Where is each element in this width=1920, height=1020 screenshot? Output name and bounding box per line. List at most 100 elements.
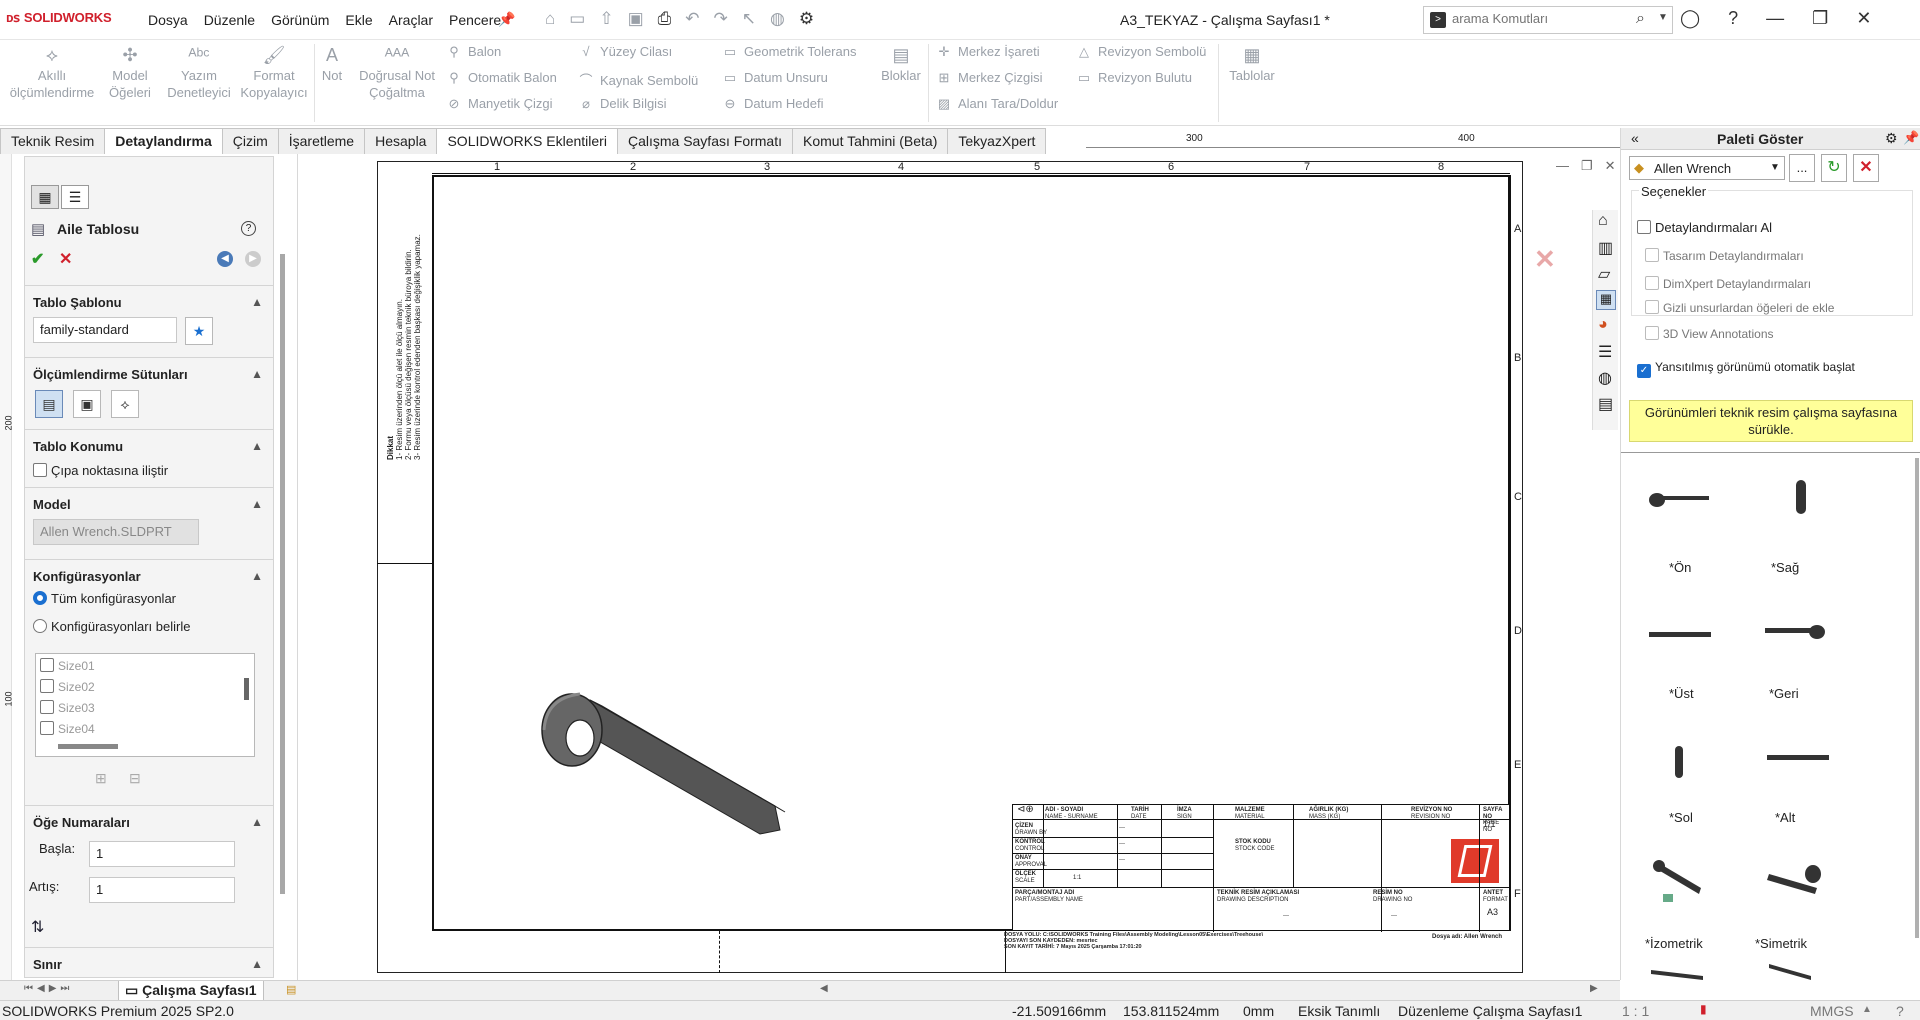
view-palette-icon[interactable]: ▦ [1596, 290, 1616, 310]
minimize-icon[interactable]: — [1766, 8, 1784, 29]
comments-icon[interactable]: ▤ [1598, 394, 1613, 414]
dimension-columns-button-3[interactable]: ⟡ [111, 390, 139, 418]
back-icon[interactable]: ◀ [217, 251, 233, 267]
view-label-top[interactable]: *Üst [1669, 686, 1694, 701]
redo-icon[interactable]: ↷ [714, 9, 728, 29]
sheet-tab[interactable]: ▭ Çalışma Sayfası1 [118, 981, 264, 1001]
datum-target-button[interactable]: ⊖ Datum Hedefi [722, 96, 824, 112]
increment-field[interactable]: 1 [89, 877, 235, 903]
view-label-back[interactable]: *Geri [1769, 686, 1799, 701]
model-select[interactable]: ◆ Allen Wrench ▼ [1629, 156, 1785, 180]
status-units[interactable]: MMGS [1810, 1003, 1854, 1019]
tab-tekyazxpert[interactable]: TekyazXpert [947, 128, 1047, 154]
sort-order-icon[interactable]: ⇅ [31, 917, 44, 937]
linear-note-pattern-button[interactable]: ᴬᴬᴬ Doğrusal Not Çoğaltma [350, 46, 444, 101]
new-document-icon[interactable]: ▭ [569, 9, 585, 29]
checkbox[interactable] [1645, 300, 1659, 314]
search-input[interactable] [1452, 11, 1612, 26]
pin-icon[interactable]: 📌 [1903, 130, 1919, 146]
scroll-left-icon[interactable]: ◀ [820, 983, 828, 994]
smart-dimension-button[interactable]: ⟡ Akıllı ölçümlendirme [4, 46, 100, 101]
status-scale[interactable]: 1 : 1 [1622, 1003, 1649, 1019]
pin-icon[interactable]: 📌 [498, 11, 515, 28]
view-label-isometric[interactable]: *İzometrik [1645, 936, 1703, 951]
view-thumb-on[interactable] [1647, 488, 1713, 514]
next-sheet-icon[interactable]: ▶ [49, 983, 57, 994]
checkbox[interactable] [40, 679, 54, 693]
radio-all-configs[interactable]: Tüm konfigürasyonlar [33, 591, 176, 606]
checkbox[interactable] [1645, 276, 1659, 290]
last-sheet-icon[interactable]: ⏭ [60, 983, 69, 994]
home-icon[interactable]: ⌂ [545, 9, 555, 29]
tab-calisma-sayfasi-formati[interactable]: Çalışma Sayfası Formatı [616, 128, 793, 154]
restore-icon[interactable]: ❐ [1812, 8, 1828, 29]
solidworks-forum-icon[interactable]: ◍ [1598, 368, 1612, 388]
cancel-button[interactable]: ✕ [59, 249, 72, 269]
tab-detaylandirma[interactable]: Detaylandırma [104, 128, 223, 154]
weld-symbol-button[interactable]: ⌒ Kaynak Sembolü [578, 70, 698, 89]
isometric-drawing-view[interactable] [530, 680, 790, 840]
view-thumb-partial[interactable] [1647, 966, 1713, 980]
view-thumb-left[interactable] [1667, 742, 1691, 782]
revision-cloud-button[interactable]: ▭ Revizyon Bulutu [1076, 70, 1192, 86]
tab-teknik-resim[interactable]: Teknik Resim [0, 128, 106, 154]
checkbox[interactable]: ✓ [1637, 364, 1651, 378]
ok-button[interactable]: ✔ [31, 249, 44, 269]
radio-specify-configs[interactable]: Konfigürasyonları belirle [33, 619, 190, 634]
tab-komut-tahmini[interactable]: Komut Tahmini (Beta) [792, 128, 949, 154]
checkbox[interactable] [40, 721, 54, 735]
3d-view-annotations-option[interactable]: 3D View Annotations [1645, 326, 1774, 341]
section-konfigurasyonlar[interactable]: Konfigürasyonlar [33, 569, 141, 584]
design-library-icon[interactable]: ▥ [1598, 238, 1613, 258]
import-annotations-option[interactable]: Detaylandırmaları Al [1637, 220, 1772, 235]
dimension-columns-button-2[interactable]: ▣ [73, 390, 101, 418]
collapse-icon[interactable]: ▲ [251, 957, 263, 971]
title-block[interactable]: ⊲⊕ ADI - SOYADI NAME - SURNAME TARİH DATE … [1012, 804, 1510, 932]
geometric-tolerance-button[interactable]: ▭ Geometrik Tolerans [722, 44, 857, 60]
tab-cizim[interactable]: Çizim [221, 128, 279, 154]
pm-scrollbar[interactable] [280, 254, 285, 894]
collapse-icon[interactable]: ▲ [251, 439, 263, 453]
options-icon[interactable]: ⚙ [799, 9, 814, 29]
restore-icon[interactable]: ❐ [1581, 158, 1593, 174]
favorite-template-button[interactable]: ★ [185, 317, 213, 345]
command-search[interactable]: > ⌕ ▼ [1423, 6, 1673, 34]
file-explorer-icon[interactable]: ▱ [1598, 264, 1610, 284]
view-thumb-bottom[interactable] [1765, 752, 1831, 764]
appearances-icon[interactable]: ◕ [1598, 316, 1608, 334]
minimize-icon[interactable]: — [1556, 158, 1569, 174]
section-tablo-sablonu[interactable]: Tablo Şablonu [33, 295, 122, 310]
dimxpert-annotations-option[interactable]: DimXpert Detaylandırmaları [1645, 276, 1811, 291]
clear-icon[interactable]: ✕ [1853, 154, 1879, 182]
radio-button[interactable] [33, 619, 47, 633]
anchor-checkbox[interactable]: Çıpa noktasına iliştir [33, 463, 168, 478]
checkbox[interactable] [1645, 248, 1659, 262]
revision-symbol-button[interactable]: △ Revizyon Sembolü [1076, 44, 1206, 60]
forward-icon[interactable]: ▶ [245, 251, 261, 267]
view-thumb-trimetric[interactable] [1761, 862, 1827, 898]
help-icon[interactable]: ? [1728, 8, 1738, 29]
checkbox[interactable] [40, 700, 54, 714]
auto-projected-view-option[interactable]: ✓ Yansıtılmış görünümü otomatik başlat [1637, 360, 1855, 378]
select-all-icon[interactable]: ⊞ [95, 770, 107, 787]
tab-isaretleme[interactable]: İşaretleme [277, 128, 366, 154]
checkbox[interactable] [1645, 326, 1659, 340]
view-thumb-isometric[interactable] [1651, 858, 1711, 908]
dimension-columns-button-1[interactable]: ▤ [35, 390, 63, 418]
section-oge-numaralari[interactable]: Öğe Numaraları [33, 815, 130, 830]
centerline-button[interactable]: ⊞ Merkez Çizgisi [936, 70, 1043, 86]
note-button[interactable]: A Not [316, 46, 348, 84]
area-hatch-button[interactable]: ▨ Alanı Tara/Doldur [936, 96, 1058, 112]
section-tablo-konumu[interactable]: Tablo Konumu [33, 439, 123, 454]
view-thumb-partial[interactable] [1761, 962, 1827, 980]
view-label-trimetric[interactable]: *Simetrik [1755, 936, 1807, 951]
palette-scrollbar[interactable] [1915, 458, 1919, 938]
balloon-button[interactable]: ⚲ Balon [446, 44, 501, 60]
refresh-icon[interactable]: ↻ [1821, 154, 1847, 182]
model-items-button[interactable]: ✣ Model Öğeleri [104, 46, 156, 101]
chevron-down-icon[interactable]: ▼ [1658, 12, 1668, 23]
design-annotations-option[interactable]: Tasarım Detaylandırmaları [1645, 248, 1804, 263]
view-label-left[interactable]: *Sol [1669, 810, 1693, 825]
collapse-icon[interactable]: ▲ [251, 367, 263, 381]
confirm-corner-cancel-icon[interactable]: ✕ [1534, 244, 1556, 275]
